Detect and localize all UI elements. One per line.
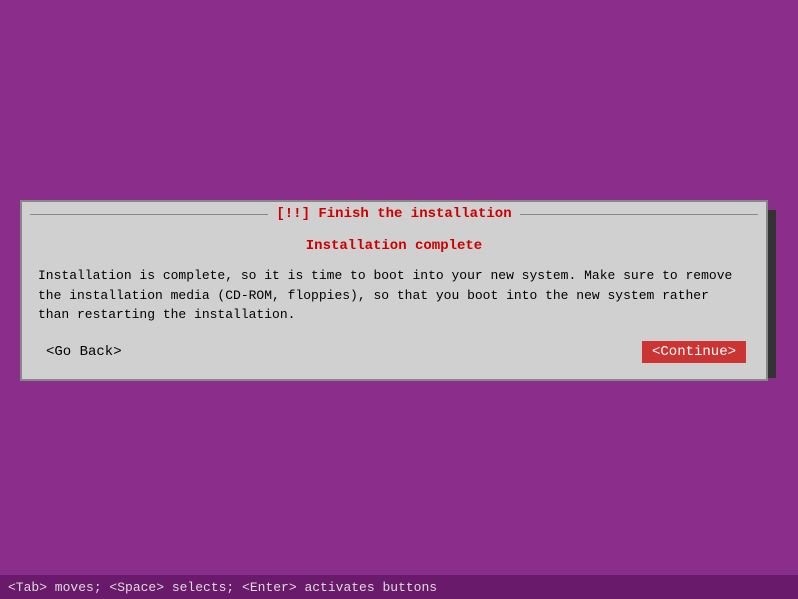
installation-complete-label: Installation complete: [38, 238, 750, 254]
title-line-right: [520, 214, 758, 215]
title-line-left: [30, 214, 268, 215]
continue-button[interactable]: <Continue>: [642, 341, 746, 363]
go-back-button[interactable]: <Go Back>: [42, 342, 126, 362]
dialog-title: [!!] Finish the installation: [276, 206, 511, 222]
status-bar: <Tab> moves; <Space> selects; <Enter> ac…: [0, 575, 798, 599]
dialog-buttons: <Go Back> <Continue>: [38, 341, 750, 363]
dialog-title-bar: [!!] Finish the installation: [22, 202, 766, 226]
dialog-body: Installation complete Installation is co…: [22, 226, 766, 379]
dialog-window: [!!] Finish the installation Installatio…: [20, 200, 768, 381]
status-bar-text: <Tab> moves; <Space> selects; <Enter> ac…: [8, 580, 437, 595]
dialog-message: Installation is complete, so it is time …: [38, 266, 750, 325]
